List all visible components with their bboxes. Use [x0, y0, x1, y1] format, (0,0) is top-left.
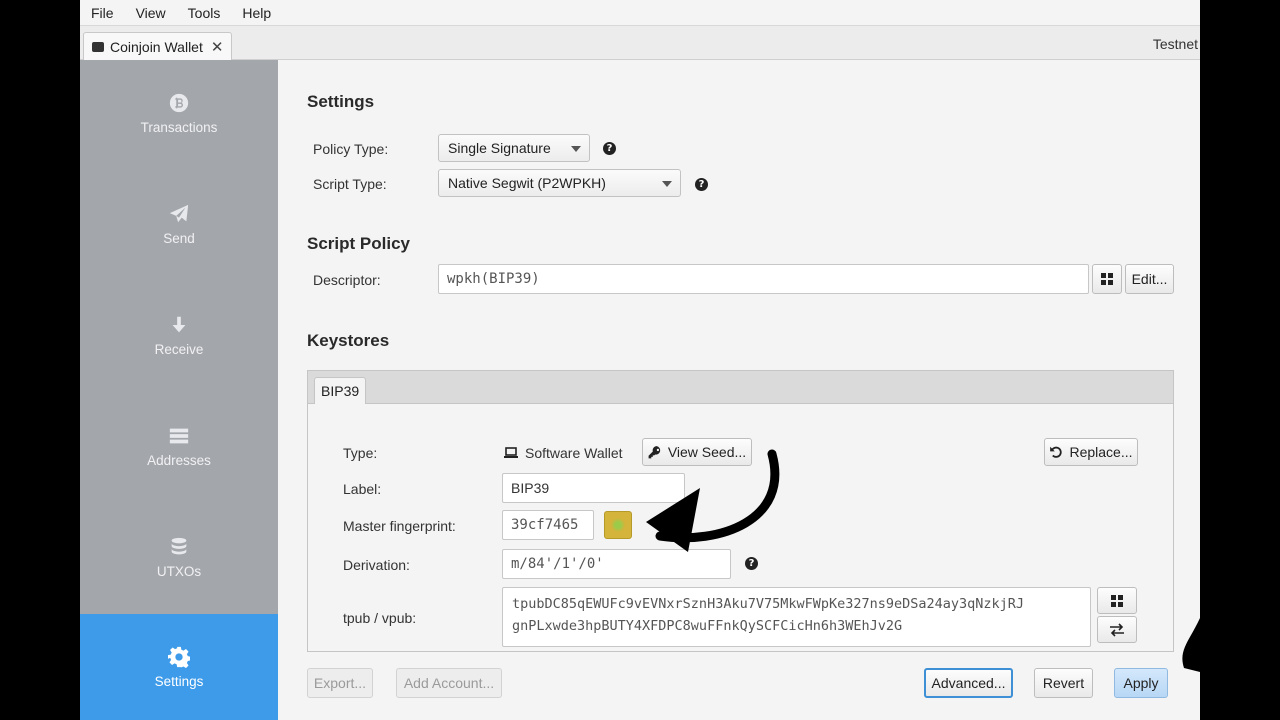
keystore-panel: BIP39 Type: Software Wallet View Seed...…: [307, 370, 1174, 652]
xpub-qr-button[interactable]: [1097, 587, 1137, 614]
wallet-window: File View Tools Help Coinjoin Wallet ✕ T…: [80, 0, 1200, 720]
menu-help[interactable]: Help: [231, 5, 282, 21]
apply-button[interactable]: Apply: [1114, 668, 1168, 698]
sidebar-item-utxos[interactable]: UTXOs: [80, 504, 278, 610]
export-button[interactable]: Export...: [307, 668, 373, 698]
settings-panel: Settings Policy Type: Single Signature ?…: [278, 60, 1200, 720]
xpub-swap-button[interactable]: [1097, 616, 1137, 643]
view-seed-button[interactable]: View Seed...: [642, 438, 752, 466]
policy-type-label: Policy Type:: [313, 141, 389, 157]
descriptor-field[interactable]: wpkh(BIP39): [438, 264, 1089, 294]
script-policy-title: Script Policy: [307, 234, 410, 253]
xpub-line: gnPLxwde3hpBUTY4XFDPC8wuFFnkQySCFCicHn6h…: [512, 618, 903, 634]
sidebar-item-addresses[interactable]: Addresses: [80, 393, 278, 499]
keystores-title: Keystores: [307, 331, 390, 350]
sidebar-item-receive[interactable]: Receive: [80, 282, 278, 388]
chevron-down-icon: [662, 181, 672, 187]
replace-label: Replace...: [1069, 444, 1133, 460]
settings-title: Settings: [307, 92, 375, 111]
menu-view[interactable]: View: [125, 5, 177, 21]
script-type-label: Script Type:: [313, 176, 387, 192]
undo-icon: [1050, 446, 1063, 458]
arrow-down-icon: [172, 316, 186, 332]
fingerprint-identicon: [604, 511, 632, 539]
coins-icon: [171, 537, 187, 554]
keystore-tab[interactable]: BIP39: [314, 377, 367, 404]
sidebar-item-send[interactable]: Send: [80, 171, 278, 277]
menubar: File View Tools Help: [80, 0, 1200, 26]
derivation-label: Derivation:: [343, 557, 410, 573]
sidebar-item-label: Settings: [154, 673, 204, 689]
derivation-input[interactable]: m/84'/1'/0': [502, 549, 731, 579]
keystore-type-label: Type:: [343, 445, 378, 461]
xpub-line: tpubDC85qEWUFc9vEVNxrSznH3Aku7V75MkwFWpK…: [512, 596, 1025, 612]
sidebar-item-transactions[interactable]: Transactions: [80, 60, 278, 166]
qr-code-icon: [1101, 273, 1113, 285]
swap-icon: [1110, 622, 1124, 637]
sidebar-item-label: Addresses: [147, 452, 211, 468]
chevron-down-icon: [571, 146, 581, 152]
network-label: Testnet: [1152, 36, 1198, 52]
view-seed-label: View Seed...: [667, 444, 747, 460]
key-icon: [648, 446, 661, 459]
script-type-value: Native Segwit (P2WPKH): [448, 175, 606, 191]
revert-button[interactable]: Revert: [1034, 668, 1093, 698]
gear-icon: [168, 646, 190, 668]
sidebar-item-label: Send: [163, 230, 195, 246]
advanced-button[interactable]: Advanced...: [924, 668, 1013, 698]
fingerprint-input[interactable]: 39cf7465: [502, 510, 594, 540]
policy-type-value: Single Signature: [448, 140, 551, 156]
xpub-label: tpub / vpub:: [343, 610, 417, 626]
bitcoin-icon: [169, 93, 189, 112]
keystore-label-input[interactable]: BIP39: [502, 473, 685, 503]
sidebar-item-settings[interactable]: Settings: [80, 614, 278, 720]
xpub-field[interactable]: tpubDC85qEWUFc9vEVNxrSznH3Aku7V75MkwFWpK…: [502, 587, 1091, 647]
wallet-icon: [92, 41, 104, 52]
replace-button[interactable]: Replace...: [1044, 438, 1138, 466]
list-icon: [169, 428, 189, 443]
qr-code-icon: [1111, 594, 1123, 607]
wallet-tab[interactable]: Coinjoin Wallet ✕: [83, 32, 233, 60]
sidebar: Transactions Send Receive Addresses UTXO…: [80, 60, 278, 720]
descriptor-label: Descriptor:: [313, 272, 381, 288]
software-wallet-text: Software Wallet: [525, 445, 623, 461]
sidebar-item-label: Receive: [154, 341, 204, 357]
help-icon[interactable]: ?: [745, 557, 758, 570]
edit-descriptor-button[interactable]: Edit...: [1125, 264, 1174, 294]
menu-tools[interactable]: Tools: [177, 5, 232, 21]
help-icon[interactable]: ?: [695, 178, 708, 191]
close-icon[interactable]: ✕: [211, 38, 224, 56]
sidebar-item-label: Transactions: [140, 119, 218, 135]
add-account-button[interactable]: Add Account...: [396, 668, 502, 698]
keystore-type-value: Software Wallet: [504, 445, 623, 461]
keystore-tabstrip: BIP39: [308, 371, 1173, 404]
policy-type-select[interactable]: Single Signature: [438, 134, 590, 162]
script-type-select[interactable]: Native Segwit (P2WPKH): [438, 169, 681, 197]
keystore-label-label: Label:: [343, 481, 382, 497]
menu-file[interactable]: File: [80, 5, 125, 21]
wallet-tab-label: Coinjoin Wallet: [110, 38, 203, 55]
wallet-tabbar: Coinjoin Wallet ✕ Testnet: [80, 26, 1200, 60]
descriptor-qr-button[interactable]: [1092, 264, 1122, 294]
laptop-icon: [504, 447, 518, 458]
paper-plane-icon: [169, 204, 189, 222]
help-icon[interactable]: ?: [603, 142, 616, 155]
sidebar-item-label: UTXOs: [156, 563, 202, 579]
fingerprint-label: Master fingerprint:: [343, 518, 456, 534]
